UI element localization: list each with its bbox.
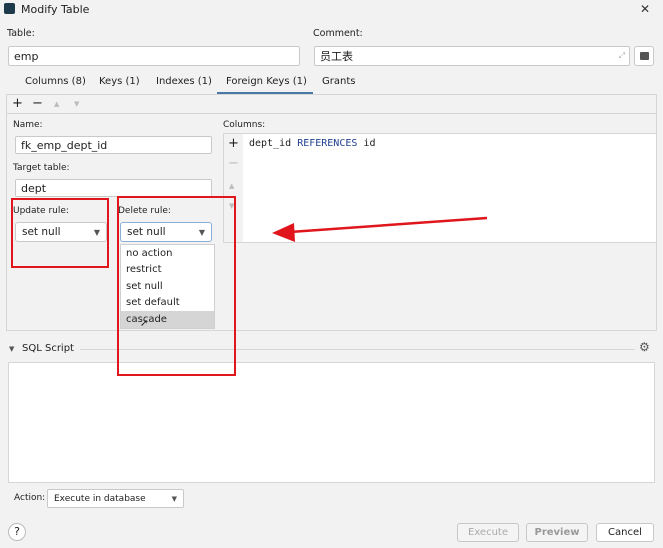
annotation-arrow [272,216,488,242]
